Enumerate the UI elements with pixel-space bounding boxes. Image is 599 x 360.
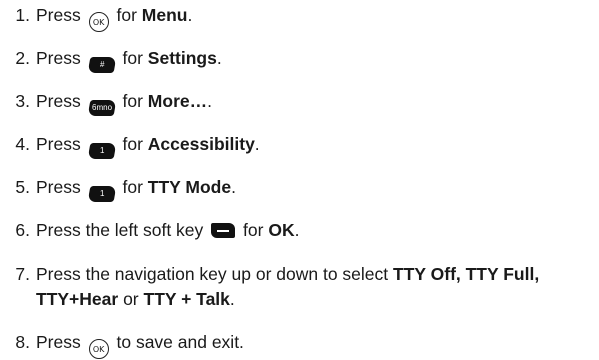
step-text: Press	[36, 5, 81, 25]
key-label: 1	[99, 146, 104, 155]
step-text: for	[122, 177, 143, 197]
key-label: #	[99, 60, 104, 69]
step-text: for	[122, 48, 143, 68]
step-7: 7. Press the navigation key up or down to…	[0, 262, 590, 312]
step-text: for	[116, 5, 137, 25]
menu-item-name: TTY Mode	[147, 177, 232, 197]
period: .	[294, 220, 300, 240]
step-8: 8. Press OK to save and exit.	[0, 330, 244, 359]
step-text: to save and exit.	[116, 332, 244, 352]
menu-item-name: More…	[147, 91, 208, 111]
step-text: or	[123, 289, 139, 309]
period: .	[254, 134, 260, 154]
step-text: Press	[36, 177, 81, 197]
step-number: 8.	[15, 332, 30, 352]
period: .	[229, 289, 235, 309]
period: .	[231, 177, 236, 197]
step-text: Press the navigation key up or down to s…	[36, 264, 389, 284]
ok-key-icon: OK	[88, 339, 109, 359]
period: .	[207, 91, 212, 111]
menu-item-name: Settings	[147, 48, 217, 68]
hash-key-icon: #	[87, 57, 117, 73]
step-text: Press	[36, 91, 81, 111]
one-key-icon: 1	[87, 143, 117, 159]
menu-item-name: Accessibility	[147, 134, 255, 154]
step-text: for	[243, 220, 264, 240]
step-text: Press the left soft key	[36, 220, 204, 240]
one-key-icon: 1	[87, 186, 117, 202]
key-label: 1	[99, 189, 104, 198]
key-label: 6mno	[91, 103, 112, 112]
step-number: 3.	[15, 91, 30, 111]
step-number: 7.	[15, 264, 30, 284]
step-number: 5.	[15, 177, 30, 197]
step-number: 1.	[15, 5, 30, 25]
step-4: 4. Press 1 for Accessibility.	[0, 132, 260, 159]
step-text: Press	[36, 332, 81, 352]
step-number: 4.	[15, 134, 30, 154]
step-6: 6. Press the left soft key for OK.	[0, 218, 299, 243]
step-text: Press	[36, 134, 81, 154]
menu-item-name: Menu	[141, 5, 188, 25]
period: .	[216, 48, 222, 68]
step-1: 1. Press OK for Menu.	[0, 3, 192, 32]
left-soft-key-icon	[211, 223, 236, 238]
step-number: 2.	[15, 48, 30, 68]
tty-option-name: TTY + Talk	[143, 289, 230, 309]
step-text: Press	[36, 48, 81, 68]
step-2: 2. Press # for Settings.	[0, 46, 222, 73]
period: .	[187, 5, 193, 25]
menu-item-name: OK	[268, 220, 295, 240]
ok-key-icon: OK	[88, 12, 109, 32]
step-number: 6.	[15, 220, 30, 240]
step-text: for	[122, 91, 143, 111]
step-text: for	[122, 134, 143, 154]
step-3: 3. Press 6mno for More….	[0, 89, 212, 116]
step-5: 5. Press 1 for TTY Mode.	[0, 175, 236, 202]
six-key-icon: 6mno	[87, 100, 117, 116]
